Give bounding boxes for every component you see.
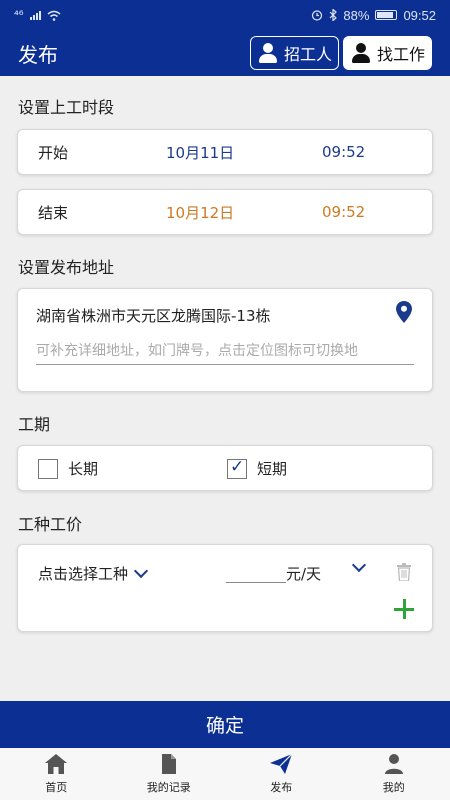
user-icon [384,754,403,774]
bluetooth-icon [329,9,338,21]
period-card: 长期 短期 [17,445,433,491]
start-time[interactable]: 09:52 [322,143,365,161]
trash-icon[interactable] [396,563,412,581]
address-card: 湖南省株洲市天元区龙腾国际-13栋 [17,288,433,392]
unit-dropdown[interactable] [351,557,367,573]
signal-icon [29,10,41,20]
nav-label-mine: 我的 [382,781,405,794]
status-time: 09:52 [403,7,436,23]
nav-label-home: 首页 [45,781,68,794]
address-value: 湖南省株洲市天元区龙腾国际-13栋 [36,307,271,325]
alarm-icon [312,10,323,21]
short-period-label: 短期 [257,460,288,478]
period-long-option[interactable]: 长期 [38,458,98,479]
find-job-button[interactable]: 找工作 [342,36,432,70]
trade-card: 点击选择工种 元/天 [17,544,433,632]
start-time-row[interactable]: 开始 10月11日 09:52 [17,129,433,175]
recruit-workers-button[interactable]: 招工人 [249,36,339,70]
page-title: 发布 [18,42,58,67]
start-date[interactable]: 10月11日 [166,142,234,163]
battery-icon [375,10,398,20]
end-time-row[interactable]: 结束 10月12日 09:52 [17,189,433,235]
short-period-checkbox[interactable] [227,457,247,479]
home-icon [45,754,68,774]
end-date[interactable]: 10月12日 [166,202,234,223]
add-trade-icon[interactable] [394,599,414,619]
nav-item-home[interactable]: 首页 [0,748,113,800]
address-section-title: 设置发布地址 [18,258,115,277]
bottom-nav: 首页 我的记录 发布 我的 [0,748,450,800]
nav-label-publish: 发布 [270,781,293,794]
nav-item-records[interactable]: 我的记录 [113,748,226,800]
app-header: 发布 招工人 找工作 [0,30,450,76]
person-icon [257,42,279,64]
send-icon [270,753,293,774]
nav-item-publish[interactable]: 发布 [225,748,338,800]
address-detail-input[interactable] [36,337,414,365]
end-label: 结束 [38,203,69,222]
trade-select-label: 点击选择工种 [38,565,129,583]
battery-percent: 88% [343,7,370,23]
period-short-option[interactable]: 短期 [227,457,288,479]
long-period-label: 长期 [68,460,99,478]
chevron-down-icon [351,557,367,573]
recruit-workers-label: 招工人 [283,45,332,64]
schedule-section-title: 设置上工时段 [18,98,115,117]
trade-section-title: 工种工价 [18,515,83,534]
find-job-label: 找工作 [376,45,425,64]
wifi-icon [47,10,61,21]
document-icon [161,754,176,774]
network-type: ⁴⁶ [14,8,24,22]
end-time[interactable]: 09:52 [322,203,365,221]
worker-icon [350,42,372,64]
chevron-down-icon [133,563,149,579]
trade-select[interactable]: 点击选择工种 [38,563,149,584]
status-bar: ⁴⁶ 88% 09:52 [0,0,450,30]
nav-item-mine[interactable]: 我的 [338,748,450,800]
confirm-button[interactable]: 确定 [0,701,450,748]
location-pin-icon[interactable] [396,301,412,323]
nav-label-records: 我的记录 [146,781,191,794]
start-label: 开始 [38,143,69,162]
price-input[interactable] [226,561,286,583]
long-period-checkbox[interactable] [38,458,58,479]
period-section-title: 工期 [18,415,51,434]
price-unit: 元/天 [286,565,322,583]
